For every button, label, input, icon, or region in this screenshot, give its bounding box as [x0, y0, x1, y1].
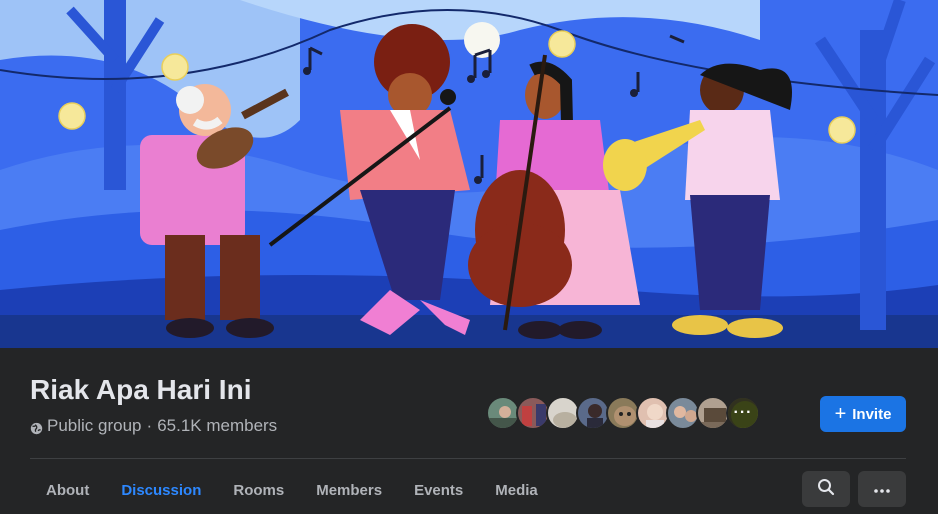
tab-rooms[interactable]: Rooms: [217, 472, 300, 508]
tab-media[interactable]: Media: [479, 472, 554, 508]
avatar[interactable]: [606, 396, 640, 430]
more-members-label: ···: [728, 398, 758, 428]
avatar[interactable]: [696, 396, 730, 430]
avatar[interactable]: [576, 396, 610, 430]
meta-separator: ·: [146, 416, 153, 435]
tab-label: About: [46, 481, 90, 499]
globe-icon: [30, 420, 43, 434]
tab-events[interactable]: Events: [398, 472, 479, 508]
invite-label: Invite: [852, 405, 892, 423]
tab-label: Members: [316, 481, 383, 499]
privacy-label[interactable]: Public group: [47, 416, 142, 436]
tab-label: Rooms: [233, 481, 285, 499]
more-options-button[interactable]: [858, 471, 906, 507]
group-header: Riak Apa Hari Ini Public group · 65.1K m…: [0, 348, 938, 514]
group-name[interactable]: Riak Apa Hari Ini: [30, 374, 251, 406]
group-meta: Public group · 65.1K members: [30, 416, 277, 436]
avatar-more[interactable]: ···: [726, 396, 760, 430]
tab-members[interactable]: Members: [300, 472, 398, 508]
avatar[interactable]: [516, 396, 550, 430]
search-button[interactable]: [802, 471, 850, 507]
member-count[interactable]: 65.1K members: [157, 416, 277, 436]
invite-button[interactable]: + Invite: [820, 396, 906, 432]
tab-label: Discussion: [121, 481, 202, 499]
cover-photo[interactable]: [0, 0, 938, 348]
tab-discussion[interactable]: Discussion: [105, 472, 217, 508]
divider: [30, 458, 906, 459]
tab-label: Events: [414, 481, 464, 499]
group-page: Riak Apa Hari Ini Public group · 65.1K m…: [0, 0, 938, 514]
search-icon: [817, 478, 835, 501]
tab-about[interactable]: About: [30, 472, 105, 508]
tab-label: Media: [495, 481, 538, 499]
more-horizontal-icon: [874, 480, 890, 498]
avatar[interactable]: [486, 396, 520, 430]
avatar[interactable]: [666, 396, 700, 430]
group-tabs: About Discussion Rooms Members Events Me…: [30, 472, 554, 508]
avatar[interactable]: [636, 396, 670, 430]
plus-icon: +: [834, 403, 847, 425]
avatar[interactable]: [546, 396, 580, 430]
member-avatars: ···: [486, 396, 760, 430]
cover-illustration: [0, 0, 938, 348]
